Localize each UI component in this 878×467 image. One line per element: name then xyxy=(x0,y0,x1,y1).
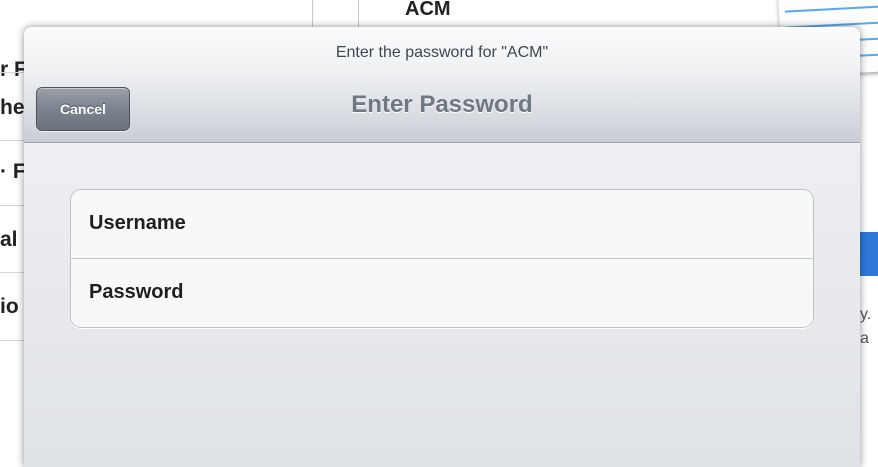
background-text-fragment: a xyxy=(860,330,869,347)
password-field[interactable] xyxy=(231,273,795,315)
password-row[interactable]: Password xyxy=(71,259,813,327)
username-row[interactable]: Username xyxy=(71,190,813,259)
background-divider xyxy=(0,340,24,341)
background-divider xyxy=(0,72,24,73)
password-dialog: Enter the password for "ACM" Cancel Ente… xyxy=(24,27,860,467)
username-field[interactable] xyxy=(231,204,795,246)
username-label: Username xyxy=(89,212,186,234)
background-selected-strip xyxy=(858,232,878,276)
background-divider xyxy=(0,205,24,206)
dialog-header: Enter the password for "ACM" Cancel Ente… xyxy=(24,27,860,143)
background-text-fragment: y. xyxy=(860,306,872,323)
dialog-title: Enter Password xyxy=(351,91,533,118)
notepad-line xyxy=(784,5,878,13)
password-label: Password xyxy=(89,281,184,303)
background-divider xyxy=(0,140,24,141)
background-divider xyxy=(0,272,24,273)
credentials-form: Username Password xyxy=(70,189,814,328)
dialog-prompt: Enter the password for "ACM" xyxy=(335,44,549,61)
background-header-title: ACM xyxy=(405,0,451,20)
